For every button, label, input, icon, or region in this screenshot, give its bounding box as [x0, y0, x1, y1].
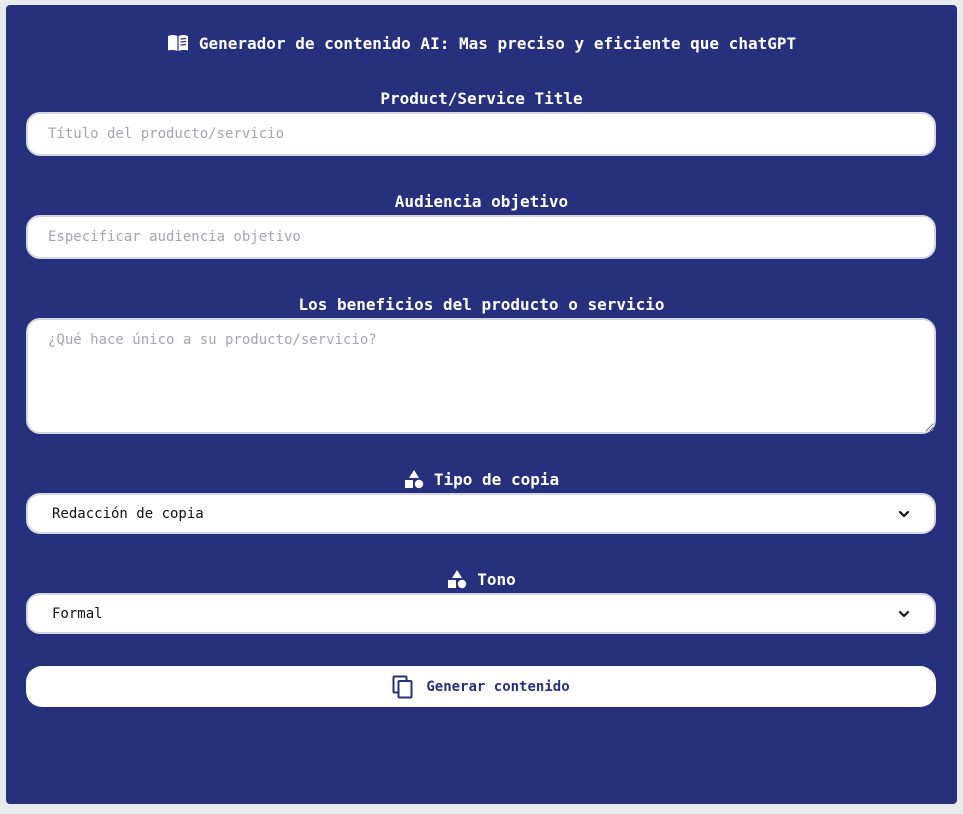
generate-content-button[interactable]: Generar contenido — [26, 666, 936, 707]
benefits-label: Los beneficios del producto o servicio — [6, 293, 957, 315]
content-generator-panel: Generador de contenido AI: Mas preciso y… — [6, 5, 957, 804]
product-title-label-text: Product/Service Title — [380, 88, 583, 108]
audience-label-text: Audiencia objetivo — [394, 191, 569, 211]
tone-label-text: Tono — [477, 569, 516, 589]
generate-content-label: Generar contenido — [426, 678, 570, 695]
tone-select[interactable]: Formal — [26, 593, 936, 634]
audience-label: Audiencia objetivo — [6, 190, 957, 212]
tone-label: Tono — [6, 568, 957, 590]
copy-type-select[interactable]: Redacción de copia — [26, 493, 936, 534]
app-title-text: Generador de contenido AI: Mas preciso y… — [198, 33, 797, 53]
tone-selected-value: Formal — [52, 605, 103, 622]
copy-icon — [392, 675, 414, 699]
chevron-down-icon — [898, 508, 910, 520]
audience-input[interactable] — [26, 215, 936, 259]
copy-type-selected-value: Redacción de copia — [52, 505, 204, 522]
benefits-textarea[interactable] — [26, 318, 936, 434]
app-title: Generador de contenido AI: Mas preciso y… — [6, 32, 957, 54]
copy-type-label-text: Tipo de copia — [433, 469, 560, 489]
product-title-label: Product/Service Title — [6, 87, 957, 109]
product-title-input[interactable] — [26, 112, 936, 156]
book-open-icon — [167, 34, 189, 52]
copy-type-label: Tipo de copia — [6, 468, 957, 490]
shapes-icon — [404, 469, 424, 489]
chevron-down-icon — [898, 608, 910, 620]
benefits-label-text: Los beneficios del producto o servicio — [298, 294, 665, 314]
shapes-icon — [447, 569, 467, 589]
